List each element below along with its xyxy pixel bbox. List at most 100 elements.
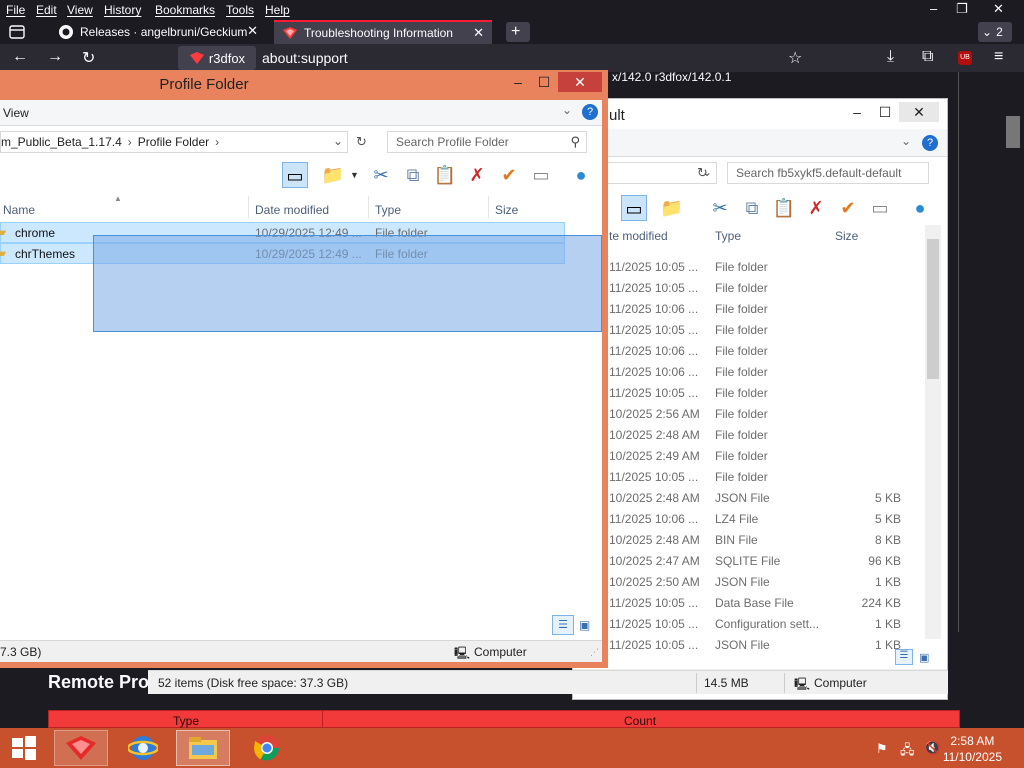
scrollbar-thumb[interactable] [927,239,939,379]
restore-icon[interactable]: ❐ [956,1,968,17]
table-row[interactable]: 11/2025 10:05 ... JSON File 1 KB [573,635,923,656]
tab-list-button[interactable] [0,20,36,44]
menu-help[interactable]: Help [265,3,290,17]
preview-pane-icon[interactable]: ▭ [621,195,647,221]
table-row[interactable]: 11/2025 10:05 ... File folder [573,383,923,404]
minimize-icon[interactable]: – [504,72,532,92]
size-column-header[interactable]: Size [835,229,858,243]
tab-troubleshooting[interactable]: Troubleshooting Information ✕ [274,20,492,44]
ribbon-tab-view[interactable]: View [3,106,29,120]
menu-icon[interactable]: ≡ [994,48,1003,66]
refresh-icon[interactable]: ↻ [697,165,708,181]
folder-options-icon[interactable]: 📁 [320,162,346,188]
properties-icon[interactable]: ▭ [528,162,554,188]
rename-icon[interactable]: ✔ [496,162,522,188]
preview-pane-icon[interactable]: ▭ [282,162,308,188]
search-box[interactable]: Search Profile Folder ⚲ [387,131,587,153]
details-view-icon[interactable]: ☰ [895,649,913,665]
folder-options-icon[interactable]: 📁 [659,195,685,221]
menu-edit[interactable]: Edit [36,3,57,17]
help-icon[interactable]: ? [582,104,598,120]
close-icon[interactable]: ✕ [993,1,1004,17]
menu-history[interactable]: History [104,3,141,17]
rename-icon[interactable]: ✔ [835,195,861,221]
delete-icon[interactable]: ✗ [464,162,490,188]
table-row[interactable]: 11/2025 10:05 ... Configuration sett... 1 … [573,614,923,635]
ublock-icon[interactable]: UB [958,51,972,65]
type-column-header[interactable]: Type [715,229,741,243]
date-column-header[interactable]: Date modified [255,203,329,217]
globe-icon[interactable]: ● [568,162,594,188]
table-row[interactable]: 10/2025 2:49 AM File folder [573,446,923,467]
table-row[interactable]: 10/2025 2:50 AM JSON File 1 KB [573,572,923,593]
table-row[interactable]: 10/2025 2:48 AM File folder [573,425,923,446]
chevron-right-icon[interactable]: › [128,135,132,149]
thumbnail-view-icon[interactable]: ▣ [579,618,590,632]
breadcrumb-part[interactable]: m_Public_Beta_1.17.4 [1,135,122,149]
close-icon[interactable]: ✕ [899,102,939,122]
copy-icon[interactable]: ⧉ [739,195,765,221]
tab-overflow-button[interactable]: ⌄ 2 [978,22,1012,42]
table-row[interactable]: 11/2025 10:06 ... File folder [573,299,923,320]
url-field[interactable]: about:support [262,50,348,66]
table-row[interactable]: 11/2025 10:05 ... Data Base File 224 KB [573,593,923,614]
table-row[interactable]: 11/2025 10:06 ... File folder [573,341,923,362]
taskbar-explorer[interactable] [176,730,230,766]
menu-bookmarks[interactable]: Bookmarks [155,3,215,17]
delete-icon[interactable]: ✗ [803,195,829,221]
extensions-icon[interactable]: ⧉ [922,48,933,66]
dropdown-arrow-icon[interactable]: ▼ [350,170,359,180]
start-button[interactable] [0,730,48,766]
scrollbar[interactable] [925,225,941,639]
forward-icon[interactable]: → [47,48,63,66]
date-column-header[interactable]: te modified [609,229,668,243]
close-tab-icon[interactable]: ✕ [473,25,484,41]
minimize-icon[interactable]: – [843,102,871,122]
size-column-header[interactable]: Size [495,203,518,217]
help-icon[interactable]: ? [922,135,938,151]
resize-grip-icon[interactable]: ⋰ [590,647,599,658]
search-box[interactable]: Search fb5xykf5.default-default [727,162,929,184]
table-row[interactable]: 10/2025 2:48 AM BIN File 8 KB [573,530,923,551]
volume-muted-icon[interactable]: 🔇 [924,740,940,756]
taskbar-r3dfox[interactable] [54,730,108,766]
taskbar-chrome[interactable] [240,730,294,766]
paste-icon[interactable]: 📋 [771,195,797,221]
paste-icon[interactable]: 📋 [432,162,458,188]
minimize-icon[interactable]: – [930,1,937,16]
identity-box[interactable]: r3dfox [178,46,256,70]
table-row[interactable]: 11/2025 10:06 ... File folder [573,362,923,383]
name-column-header[interactable]: Name [3,203,35,217]
clock[interactable]: 2:58 AM 11/10/2025 [943,733,1002,765]
close-tab-icon[interactable]: ✕ [247,23,258,39]
chevron-down-icon[interactable]: ⌄ [901,134,911,148]
table-row[interactable]: 10/2025 2:47 AM SQLITE File 96 KB [573,551,923,572]
address-bar[interactable]: m_Public_Beta_1.17.4 › Profile Folder › … [0,131,348,153]
downloads-icon[interactable]: ⤓ [887,48,894,66]
chevron-down-icon[interactable]: ⌄ [562,103,572,117]
table-row[interactable]: 10/2025 2:56 AM File folder [573,404,923,425]
table-row[interactable]: 11/2025 10:05 ... File folder [573,278,923,299]
network-icon[interactable]: 🖧 [900,741,915,763]
maximize-icon[interactable]: ☐ [871,102,899,122]
close-icon[interactable]: ✕ [558,72,602,92]
reload-icon[interactable]: ↻ [82,48,95,68]
maximize-icon[interactable]: ☐ [530,72,558,92]
action-center-flag-icon[interactable]: ⚑ [876,741,888,757]
breadcrumb-part[interactable]: Profile Folder [138,135,209,149]
page-scrollbar-thumb[interactable] [1006,116,1020,148]
menu-file[interactable]: File [6,3,25,17]
cut-icon[interactable]: ✂ [368,162,394,188]
menu-view[interactable]: View [67,3,93,17]
menu-tools[interactable]: Tools [226,3,254,17]
cut-icon[interactable]: ✂ [707,195,733,221]
chevron-down-icon[interactable]: ⌄ [333,134,343,148]
tab-releases[interactable]: Releases · angelbruni/Geckium ✕ [50,20,266,44]
type-column-header[interactable]: Type [375,203,401,217]
new-tab-button[interactable]: + [506,22,530,42]
taskbar-ie[interactable] [116,730,170,766]
back-icon[interactable]: ← [12,48,28,66]
refresh-icon[interactable]: ↻ [356,134,367,150]
bookmark-star-icon[interactable]: ☆ [788,48,802,68]
table-row[interactable]: 11/2025 10:05 ... File folder [573,467,923,488]
